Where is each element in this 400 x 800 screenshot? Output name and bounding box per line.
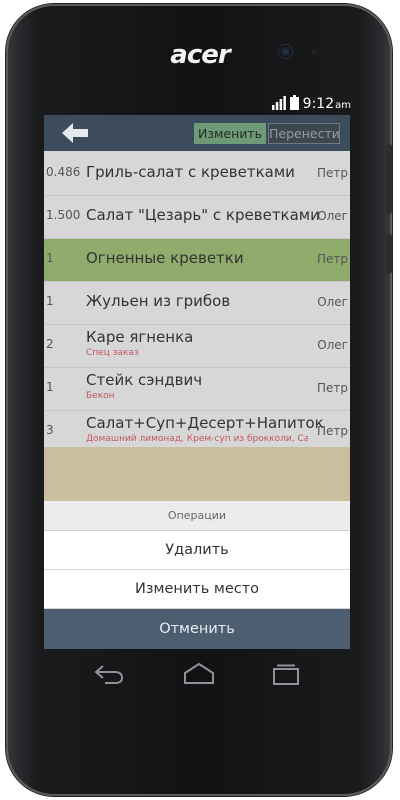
order-name: Салат "Цезарь" с креветками	[86, 206, 320, 224]
order-qty: 0.486	[46, 165, 81, 179]
cancel-button[interactable]: Отменить	[44, 609, 350, 649]
back-arrow-icon[interactable]	[62, 123, 90, 143]
app-toolbar: Изменить Перенести	[44, 115, 350, 151]
order-name: Салат+Суп+Десерт+Напиток	[86, 414, 324, 432]
tab-move[interactable]: Перенести	[268, 123, 340, 144]
front-camera	[279, 45, 292, 58]
change-place-button[interactable]: Изменить место	[44, 570, 350, 609]
order-qty: 1	[46, 380, 54, 394]
home-nav-icon[interactable]	[182, 662, 216, 686]
order-waiter: Олег	[317, 209, 348, 223]
order-waiter: Олег	[317, 295, 348, 309]
clock-time: 9:12	[302, 96, 335, 112]
order-note: Спец заказ	[86, 348, 139, 358]
battery-icon	[289, 95, 299, 110]
order-name: Гриль-салат с креветками	[86, 163, 295, 181]
order-list: 0.486 Гриль-салат с креветками Петр 1.50…	[44, 153, 350, 454]
action-sheet-title: Операции	[44, 501, 350, 531]
operations-action-sheet: Операции Удалить Изменить место Отменить	[44, 501, 350, 649]
order-row[interactable]: 1.500 Салат "Цезарь" с креветками Олег	[44, 196, 350, 239]
order-qty: 2	[46, 337, 54, 351]
app-screen: Изменить Перенести 0.486 Гриль-салат с к…	[44, 115, 350, 649]
order-waiter: Петр	[316, 424, 348, 438]
status-bar: 9:12am	[44, 91, 351, 113]
delete-button[interactable]: Удалить	[44, 531, 350, 570]
signal-icon	[271, 95, 286, 110]
order-waiter: Петр	[316, 381, 348, 395]
back-nav-icon[interactable]	[93, 662, 125, 686]
order-row[interactable]: 1 Жульен из грибов Олег	[44, 282, 350, 325]
empty-list-area	[44, 447, 350, 507]
power-button	[386, 234, 392, 274]
order-name: Каре ягненка	[86, 328, 194, 346]
proximity-sensor	[312, 49, 317, 54]
order-name: Жульен из грибов	[86, 292, 231, 310]
order-waiter: Петр	[316, 252, 348, 266]
order-waiter: Олег	[317, 338, 348, 352]
order-note: Домашний лимонад, Крем-суп из брокколи, …	[86, 434, 308, 444]
order-row-selected[interactable]: 1 Огненные креветки Петр	[44, 239, 350, 282]
tab-edit[interactable]: Изменить	[194, 123, 266, 144]
order-row[interactable]: 0.486 Гриль-салат с креветками Петр	[44, 153, 350, 196]
order-row[interactable]: 2 Каре ягненка Спец заказ Олег	[44, 325, 350, 368]
brand-logo: acer	[170, 40, 230, 70]
order-row[interactable]: 1 Стейк сэндвич Бекон Петр	[44, 368, 350, 411]
order-qty: 1	[46, 251, 54, 265]
clock-ampm: am	[335, 100, 351, 111]
order-qty: 3	[46, 423, 54, 437]
order-name: Стейк сэндвич	[86, 371, 203, 389]
order-waiter: Петр	[316, 166, 348, 180]
order-qty: 1.500	[46, 208, 81, 222]
volume-button	[386, 144, 392, 214]
order-note: Бекон	[86, 391, 115, 401]
recent-apps-icon[interactable]	[270, 662, 302, 686]
order-name: Огненные креветки	[86, 249, 244, 267]
order-qty: 1	[46, 294, 54, 308]
